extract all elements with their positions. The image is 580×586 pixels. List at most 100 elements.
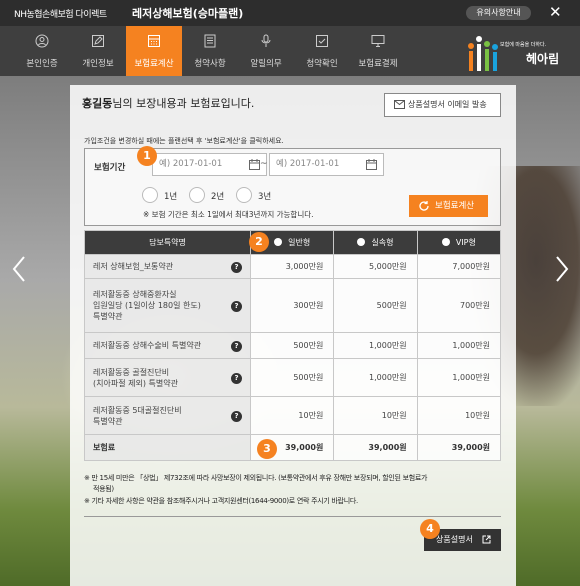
coverage-name-line: 특별약관: [93, 312, 123, 321]
coverage-table: 담보특약명 일반형 실속형 VIP형 레저 상해보험_보통약관? 3,000만원…: [84, 230, 502, 461]
coverage-name: 레저활동중 상해중환자실 입원일당 (1일이상 180일 한도) 특별약관 ?: [84, 278, 251, 333]
radio-circle[interactable]: [357, 238, 366, 246]
footnote-line: 적용됨): [93, 485, 114, 493]
coverage-name: 레저활동중 골절진단비 (치아파절 제외) 특별약관 ?: [84, 358, 251, 397]
plan-label: 일반형: [288, 238, 311, 247]
plan-header-value[interactable]: 실속형: [333, 230, 418, 255]
nav-item-subscription[interactable]: 청약사항: [182, 26, 238, 76]
nav-item-disclosure[interactable]: 알릴의무: [238, 26, 294, 76]
nav-label: 알릴의무: [250, 59, 282, 69]
next-arrow-icon[interactable]: [555, 255, 569, 283]
checkbox-icon: [316, 35, 328, 47]
option-label: 3년: [258, 192, 272, 202]
total-value: 39,000원: [416, 434, 502, 461]
help-icon[interactable]: ?: [231, 410, 242, 422]
radio-circle[interactable]: [142, 187, 158, 203]
coverage-value: 1,000만원: [333, 358, 418, 397]
nav-label: 청약확인: [306, 59, 338, 69]
radio-circle[interactable]: [274, 238, 283, 246]
nav-item-personal-info[interactable]: 개인정보: [70, 26, 126, 76]
option-label: 2년: [211, 192, 225, 202]
step-badge: 4: [420, 519, 440, 539]
step-badge: 3: [257, 439, 277, 459]
coverage-value: 1,000만원: [333, 332, 418, 359]
table-row: 레저활동중 상해중환자실 입원일당 (1일이상 180일 한도) 특별약관 ? …: [84, 278, 502, 333]
table-row: 레저활동중 상해수술비 특별약관? 500만원 1,000만원 1,000만원: [84, 332, 502, 359]
coverage-name-text: 레저 상해보험_보통약관: [93, 262, 174, 271]
nav-item-verification[interactable]: 본인인증: [14, 26, 70, 76]
coverage-name-text: 레저활동중 상해수술비 특별약관: [93, 341, 202, 350]
help-icon[interactable]: ?: [231, 261, 242, 273]
step-badge: 1: [137, 146, 157, 166]
coverage-name: 레저활동중 5대골절진단비 특별약관 ?: [84, 396, 251, 435]
start-date-placeholder: 예) 2017-01-01: [159, 159, 223, 169]
plan-label: VIP형: [455, 238, 476, 247]
calendar-icon[interactable]: [366, 159, 377, 170]
logo-mark-icon: [468, 36, 498, 71]
nav-label: 청약사항: [194, 59, 226, 69]
nav-item-premium-calc[interactable]: 보험료계산: [126, 26, 182, 76]
start-date-input[interactable]: 예) 2017-01-01: [152, 153, 267, 176]
email-product-button[interactable]: 상품설명서 이메일 발송: [384, 93, 501, 117]
calc-button-label: 보험료계산: [435, 201, 475, 211]
table-row: 레저활동중 골절진단비 (치아파절 제외) 특별약관 ? 500만원 1,000…: [84, 358, 502, 397]
coverage-value: 1,000만원: [416, 358, 502, 397]
coverage-value: 700만원: [416, 278, 502, 333]
prev-arrow-icon[interactable]: [12, 255, 26, 283]
coverage-value: 300만원: [249, 278, 335, 333]
end-date-input[interactable]: 예) 2017-01-01: [269, 153, 384, 176]
coverage-value: 7,000만원: [416, 254, 502, 279]
help-icon[interactable]: ?: [231, 340, 242, 352]
external-link-icon: [482, 535, 491, 544]
plan-header-vip[interactable]: VIP형: [416, 230, 502, 255]
end-date-placeholder: 예) 2017-01-01: [276, 159, 340, 169]
help-icon[interactable]: ?: [231, 300, 242, 312]
coverage-value: 500만원: [249, 358, 335, 397]
nav-label: 본인인증: [26, 59, 58, 69]
page-title: 홍길동님의 보장내용과 보험료입니다.: [82, 95, 254, 111]
nav-item-payment[interactable]: 보험료결제: [350, 26, 406, 76]
option-label: 1년: [164, 192, 178, 202]
notice-button[interactable]: 유의사항안내: [466, 6, 531, 20]
calendar-icon[interactable]: [249, 159, 260, 170]
column-header: 담보특약명: [84, 230, 251, 255]
period-label: 보험기간: [94, 163, 126, 173]
nav-label: 보험료계산: [134, 59, 174, 69]
total-label: 보험료: [84, 434, 251, 461]
calculator-icon: [148, 35, 160, 47]
calculate-premium-button[interactable]: 보험료계산: [409, 195, 488, 217]
radio-circle[interactable]: [189, 187, 205, 203]
coverage-value: 10만원: [333, 396, 418, 435]
footnote-line: ※ 기타 자세한 사항은 약관을 참조해주시거나 고객지원센터(1644-900…: [84, 497, 358, 505]
close-icon[interactable]: ✕: [549, 3, 562, 21]
greeting-text: 님의 보장내용과 보험료입니다.: [112, 97, 255, 110]
person-icon: [35, 34, 49, 48]
edit-icon: [92, 35, 104, 47]
help-icon[interactable]: ?: [231, 372, 242, 384]
step-badge: 2: [249, 232, 269, 252]
top-bar: NH농협손해보험 다이렉트 레저상해보험(승마플랜) 유의사항안내 ✕: [0, 0, 580, 26]
brand-name: NH농협손해보험 다이렉트: [14, 10, 107, 20]
date-separator: ~: [260, 159, 268, 169]
coverage-value: 1,000만원: [416, 332, 502, 359]
nav-item-confirmation[interactable]: 청약확인: [294, 26, 350, 76]
table-header-row: 담보특약명 일반형 실속형 VIP형: [84, 230, 502, 255]
logo-name: 헤아림: [526, 52, 560, 66]
period-note: ※ 보험 기간은 최소 1일에서 최대3년까지 가능합니다.: [143, 210, 314, 219]
coverage-name-line: 레저활동중 골절진단비: [93, 367, 170, 377]
envelope-icon: [394, 100, 405, 109]
refresh-icon: [419, 201, 429, 211]
table-row: 레저활동중 5대골절진단비 특별약관 ? 10만원 10만원 10만원: [84, 396, 502, 435]
coverage-name-line: 레저활동중 5대골절진단비: [93, 405, 182, 415]
total-row: 보험료 39,000원 39,000원 39,000원: [84, 434, 502, 461]
coverage-value: 10만원: [249, 396, 335, 435]
radio-circle[interactable]: [441, 238, 450, 246]
instruction-text: 가입조건을 변경하실 때에는 플랜선택 후 '보험료계산'을 클릭하세요.: [84, 137, 284, 145]
app-title: 레저상해보험(승마플랜): [132, 7, 244, 20]
coverage-value: 5,000만원: [333, 254, 418, 279]
step-navigation: 본인인증 개인정보 보험료계산 청약사항 알릴의무 청약확인 보험료결제 보험에…: [0, 26, 580, 76]
plan-label: 실속형: [371, 238, 394, 247]
coverage-value: 10만원: [416, 396, 502, 435]
customer-name: 홍길동: [82, 97, 113, 110]
radio-circle[interactable]: [236, 187, 252, 203]
